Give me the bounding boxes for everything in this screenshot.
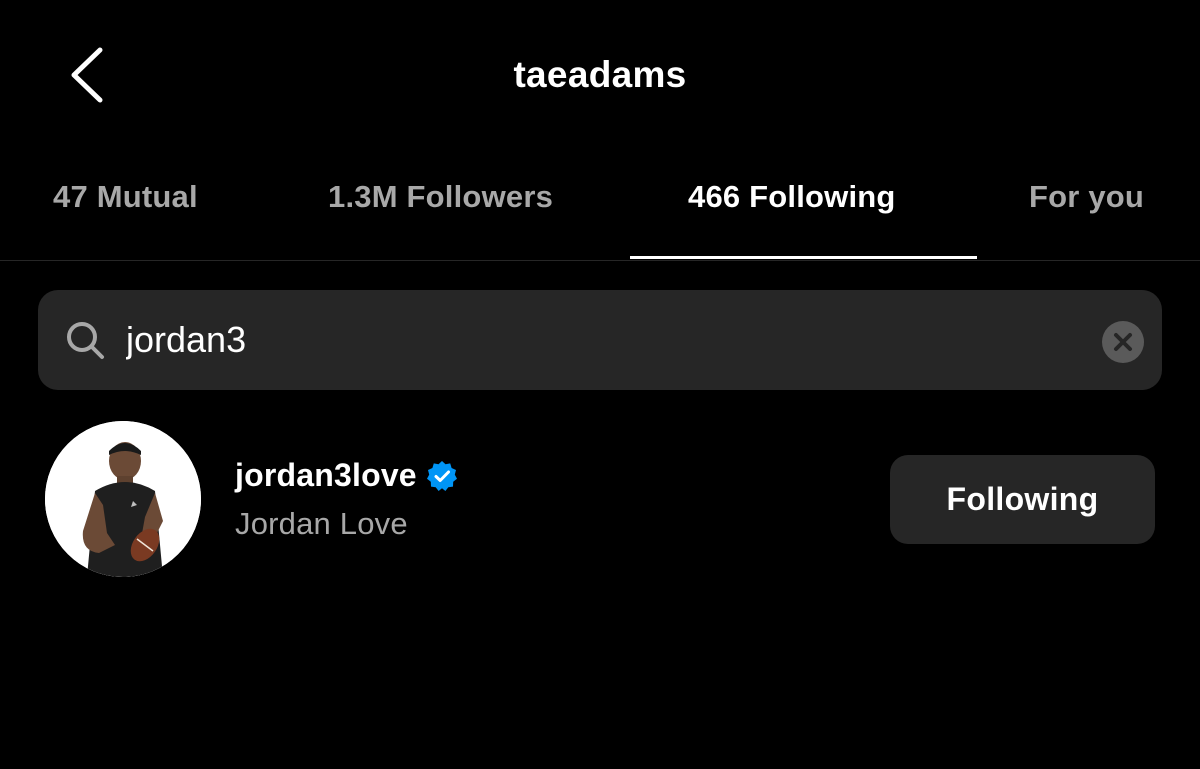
search-input[interactable] <box>126 312 1066 368</box>
verified-badge-icon <box>425 459 459 493</box>
avatar[interactable] <box>45 421 201 577</box>
list-item[interactable]: jordan3love Jordan Love Following <box>0 415 1200 585</box>
tab-mutual[interactable]: 47 Mutual <box>53 179 198 215</box>
username-row: jordan3love <box>235 457 459 494</box>
header: taeadams <box>0 0 1200 160</box>
clear-search-button[interactable] <box>1102 321 1144 363</box>
tab-for-you[interactable]: For you <box>1029 179 1144 215</box>
tab-following[interactable]: 466 Following <box>688 179 896 215</box>
following-list-screen: taeadams 47 Mutual 1.3M Followers 466 Fo… <box>0 0 1200 769</box>
following-button[interactable]: Following <box>890 455 1155 544</box>
tab-bar: 47 Mutual 1.3M Followers 466 Following F… <box>0 165 1200 261</box>
full-name: Jordan Love <box>235 506 408 541</box>
search-bar <box>38 290 1162 390</box>
username[interactable]: jordan3love <box>235 457 417 494</box>
search-icon <box>64 319 106 361</box>
clear-icon <box>1114 333 1132 351</box>
active-tab-indicator <box>630 256 977 259</box>
tab-followers[interactable]: 1.3M Followers <box>328 179 553 215</box>
page-title: taeadams <box>513 54 687 95</box>
